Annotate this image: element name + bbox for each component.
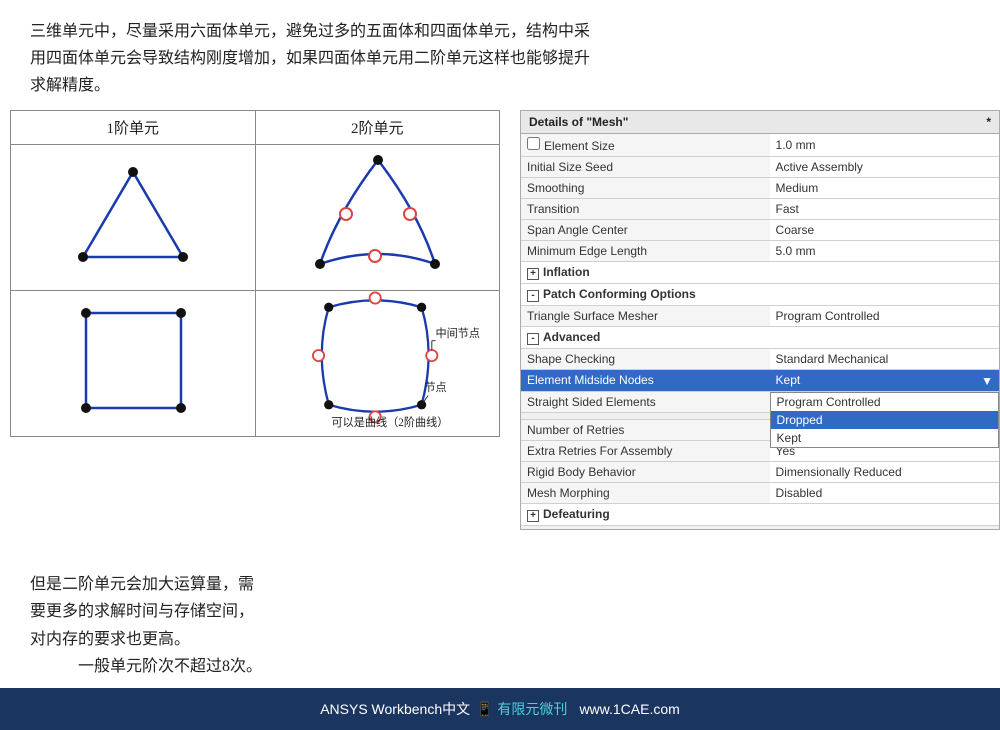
section-row-defeaturing[interactable]: +Defeaturing (521, 503, 999, 525)
row-label: Minimum Edge Length (521, 240, 770, 261)
mesh-details-panel: Details of "Mesh" * Element Size 1.0 mm (520, 110, 1000, 530)
quad-2nd-cell: 中间节点 节点 可以是曲线（2阶曲线） (256, 291, 500, 436)
top-line2: 用四面体单元会导致结构刚度增加，如果四面体单元用二阶单元这样也能够提升 (30, 50, 590, 67)
section-row-patch-conforming[interactable]: -Patch Conforming Options (521, 283, 999, 305)
svg-text:节点: 节点 (424, 381, 446, 394)
expand-icon: + (527, 268, 539, 280)
footer-url: www.1CAE.com (579, 701, 679, 717)
triangle-1st-cell (11, 145, 256, 290)
row-value: Program Controlled (770, 305, 999, 326)
collapse-icon-2: - (527, 333, 539, 345)
dropdown-option-dropped[interactable]: Dropped (771, 411, 998, 429)
middle-content: 1阶单元 2阶单元 (0, 110, 1000, 562)
row-value: Medium (770, 177, 999, 198)
bottom-text-block: 但是二阶单元会加大运算量，需要更多的求解时间与存储空间，对内存的要求也更高。 一… (0, 561, 1000, 688)
row-label: Element Size (521, 134, 770, 157)
row-value: Disabled (770, 482, 999, 503)
header-1st-order: 1阶单元 (11, 111, 256, 144)
panel-title: Details of "Mesh" (529, 115, 628, 129)
bottom-note: 一般单元阶次不超过8次。 (78, 653, 262, 680)
bottom-left-paragraph: 但是二阶单元会加大运算量，需要更多的求解时间与存储空间，对内存的要求也更高。 一… (30, 571, 520, 680)
table-row: Initial Size Seed Active Assembly (521, 156, 999, 177)
table-row: Transition Fast (521, 198, 999, 219)
svg-text:可以是曲线（2阶曲线）: 可以是曲线（2阶曲线） (331, 415, 448, 429)
collapse-icon: - (527, 290, 539, 302)
footer-text: ANSYS Workbench中文 (320, 699, 470, 719)
top-text-block: 三维单元中，尽量采用六面体单元，避免过多的五面体和四面体单元，结构中采 用四面体… (0, 0, 1000, 110)
dropdown-arrow-icon[interactable]: ▼ (981, 374, 993, 388)
row-value: Program Controlled Program Controlled Dr… (770, 391, 999, 412)
row-label: Span Angle Center (521, 219, 770, 240)
top-line3: 求解精度。 (30, 77, 110, 94)
table-row: Rigid Body Behavior Dimensionally Reduce… (521, 461, 999, 482)
table-row: Span Angle Center Coarse (521, 219, 999, 240)
expand-icon-2: + (527, 510, 539, 522)
table-row: Element Size 1.0 mm (521, 134, 999, 157)
row-value: 1.0 mm (770, 134, 999, 157)
section-label[interactable]: +Defeaturing (521, 503, 999, 525)
svg-text:中间节点: 中间节点 (435, 327, 480, 340)
bottom-para: 但是二阶单元会加大运算量，需要更多的求解时间与存储空间，对内存的要求也更高。 (30, 576, 254, 647)
row-label: Shape Checking (521, 348, 770, 369)
panel-title-bar: Details of "Mesh" * (521, 111, 999, 134)
panel-pin-icon: * (986, 115, 991, 129)
section-label[interactable]: +Statistics (521, 525, 999, 526)
section-row-inflation[interactable]: +Inflation (521, 261, 999, 283)
table-row: Mesh Morphing Disabled (521, 482, 999, 503)
section-row-statistics[interactable]: +Statistics (521, 525, 999, 526)
row-label: Smoothing (521, 177, 770, 198)
panel-table: Element Size 1.0 mm Initial Size Seed Ac… (521, 134, 999, 526)
quad-1st-cell (11, 291, 256, 436)
row-label: Straight Sided Elements (521, 391, 770, 412)
section-label[interactable]: -Advanced (521, 326, 999, 348)
diagram-row-1 (10, 144, 500, 290)
row-label: Mesh Morphing (521, 482, 770, 503)
footer: ANSYS Workbench中文 📱 有限元微刊 www.1CAE.com (0, 688, 1000, 730)
footer-brand: 📱 有限元微刊 (476, 699, 567, 719)
row-label: Initial Size Seed (521, 156, 770, 177)
top-line1: 三维单元中，尽量采用六面体单元，避免过多的五面体和四面体单元，结构中采 (30, 23, 590, 40)
row-value[interactable]: Kept ▼ (770, 369, 999, 391)
table-row-selected[interactable]: Element Midside Nodes Kept ▼ (521, 369, 999, 391)
dropdown-menu[interactable]: Program Controlled Dropped Kept (770, 392, 999, 448)
diagram-row-2: 中间节点 节点 可以是曲线（2阶曲线） (10, 290, 500, 437)
table-row: Triangle Surface Mesher Program Controll… (521, 305, 999, 326)
row-label: Number of Retries (521, 419, 770, 440)
row-value: Coarse (770, 219, 999, 240)
main-container: 三维单元中，尽量采用六面体单元，避免过多的五面体和四面体单元，结构中采 用四面体… (0, 0, 1000, 730)
triangle-2nd-cell (256, 145, 500, 290)
diagram-header: 1阶单元 2阶单元 (10, 110, 500, 144)
table-row: Minimum Edge Length 5.0 mm (521, 240, 999, 261)
left-diagram: 1阶单元 2阶单元 (10, 110, 500, 562)
section-row-advanced[interactable]: -Advanced (521, 326, 999, 348)
row-label: Extra Retries For Assembly (521, 440, 770, 461)
row-label: Rigid Body Behavior (521, 461, 770, 482)
section-label[interactable]: +Inflation (521, 261, 999, 283)
panel-scroll[interactable]: Element Size 1.0 mm Initial Size Seed Ac… (521, 134, 999, 526)
table-row: Shape Checking Standard Mechanical (521, 348, 999, 369)
section-label[interactable]: -Patch Conforming Options (521, 283, 999, 305)
right-panel-wrapper: Details of "Mesh" * Element Size 1.0 mm (510, 110, 990, 562)
header-2nd-order: 2阶单元 (256, 111, 500, 144)
row-label: Triangle Surface Mesher (521, 305, 770, 326)
dropdown-option-kept[interactable]: Kept (771, 429, 998, 447)
row-value: Active Assembly (770, 156, 999, 177)
table-row-straight-sided: Straight Sided Elements Program Controll… (521, 391, 999, 412)
element-size-checkbox[interactable] (527, 137, 540, 150)
row-value: Fast (770, 198, 999, 219)
dropdown-option-program[interactable]: Program Controlled (771, 393, 998, 411)
row-label: Element Midside Nodes (521, 369, 770, 391)
row-value: Dimensionally Reduced (770, 461, 999, 482)
row-value: Standard Mechanical (770, 348, 999, 369)
row-value: 5.0 mm (770, 240, 999, 261)
table-row: Smoothing Medium (521, 177, 999, 198)
row-label: Transition (521, 198, 770, 219)
